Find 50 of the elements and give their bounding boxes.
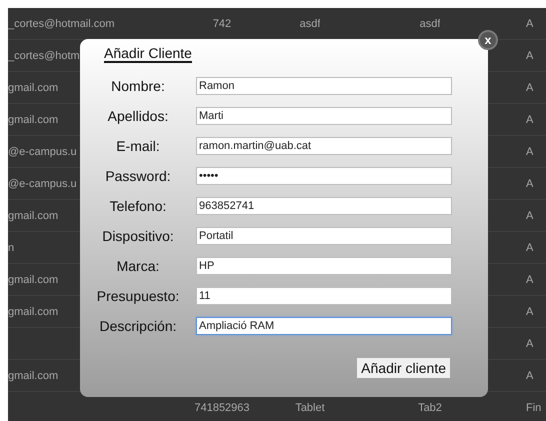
table-cell-text: A bbox=[525, 274, 534, 286]
table-cell: @e-campus.u bbox=[8, 178, 77, 190]
table-cell-text: A bbox=[525, 370, 534, 382]
field-label: Password: bbox=[105, 168, 171, 184]
table-cell: asdf bbox=[300, 18, 320, 30]
table-cell-text: A bbox=[525, 114, 534, 126]
table-cell: _cortes@hotmail.com bbox=[8, 18, 115, 30]
table-cell: gmail.com bbox=[8, 370, 58, 382]
table-cell: gmail.com bbox=[8, 114, 58, 126]
field-label: Marca: bbox=[116, 258, 160, 274]
table-cell-text: A bbox=[525, 82, 534, 94]
table-cell: asdf bbox=[420, 18, 440, 30]
table-cell: n bbox=[8, 242, 14, 254]
input-field[interactable]: Marti bbox=[196, 107, 452, 125]
table-cell: _cortes@hotm bbox=[8, 50, 80, 62]
input-field[interactable]: ramon.martin@uab.cat bbox=[196, 137, 452, 155]
field-label: Nombre: bbox=[111, 78, 165, 94]
table-cell-text: A bbox=[525, 50, 534, 62]
input-field[interactable]: ••••• bbox=[196, 167, 452, 185]
table-cell-text: A bbox=[525, 242, 534, 254]
table-cell-text: A bbox=[525, 178, 534, 190]
table-cell: 741852963 bbox=[194, 402, 250, 414]
dialog-title: Añadir Cliente bbox=[104, 45, 192, 63]
input-field[interactable]: 11 bbox=[196, 287, 452, 305]
table-cell-text: A bbox=[525, 146, 534, 158]
table-cell-text: A bbox=[525, 210, 534, 222]
table-cell-text: Fin bbox=[525, 402, 542, 414]
field-label: Descripción: bbox=[99, 318, 177, 334]
input-field[interactable]: Portatil bbox=[196, 227, 452, 245]
table-cell: gmail.com bbox=[8, 306, 58, 318]
field-label: Apellidos: bbox=[108, 108, 168, 124]
table-cell: gmail.com bbox=[8, 210, 58, 222]
table-cell-text: A bbox=[525, 18, 534, 30]
table-cell: @e-campus.u bbox=[8, 146, 77, 158]
input-field[interactable]: 963852741 bbox=[196, 197, 452, 215]
table-cell: gmail.com bbox=[8, 82, 58, 94]
input-field[interactable]: Ampliació RAM bbox=[196, 317, 452, 335]
input-field[interactable]: HP bbox=[196, 257, 452, 275]
field-label: Presupuesto: bbox=[96, 288, 180, 304]
table-cell-text: A bbox=[525, 306, 534, 318]
table-cell: Tab2 bbox=[418, 402, 442, 414]
input-field[interactable]: Ramon bbox=[196, 77, 452, 95]
table-cell: Tablet bbox=[295, 402, 325, 414]
table-cell: 742 bbox=[212, 18, 232, 30]
table-cell: gmail.com bbox=[8, 274, 58, 286]
field-label: E-mail: bbox=[116, 138, 160, 154]
field-label: Dispositivo: bbox=[102, 228, 174, 244]
add-client-button[interactable]: Añadir cliente bbox=[357, 358, 450, 378]
field-label: Telefono: bbox=[110, 198, 166, 214]
table-cell-text: A bbox=[525, 338, 534, 350]
